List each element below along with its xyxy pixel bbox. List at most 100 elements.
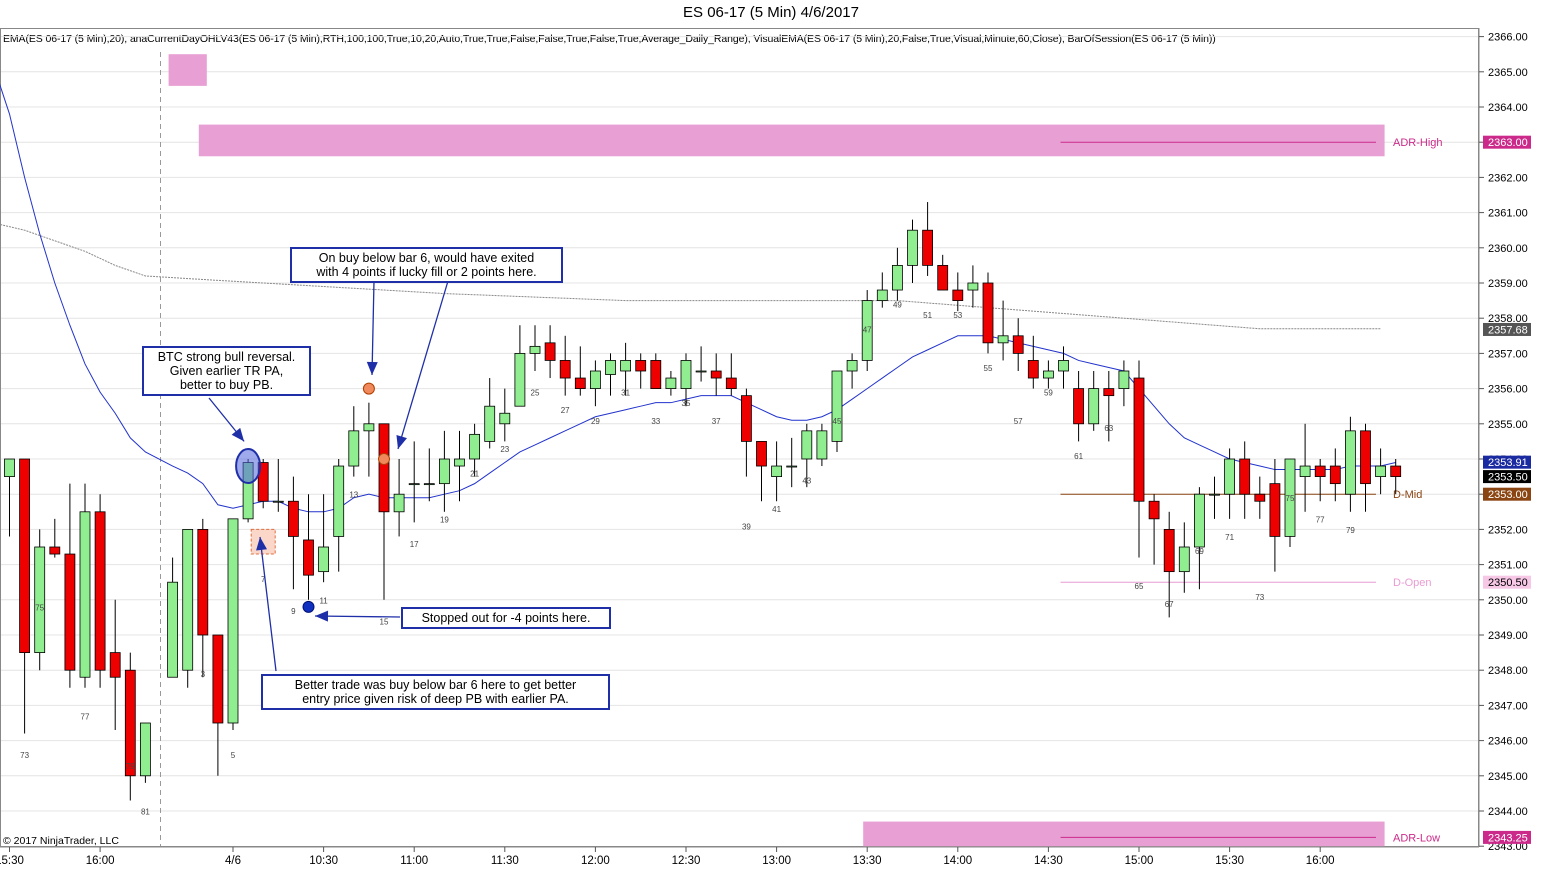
candle-body: [590, 370, 601, 390]
bar-number-label: 23: [500, 445, 509, 454]
candle-body: [212, 634, 224, 724]
bar-number-label: 5: [231, 751, 236, 760]
bar-number-label: 69: [1195, 547, 1204, 556]
candle-body: [287, 500, 299, 537]
candle-body: [741, 395, 752, 442]
candle-body: [695, 370, 707, 373]
bar-number-label: 63: [1104, 424, 1113, 433]
candlestick-chart[interactable]: ADR-HighD-MidD-OpenADR-Low71737577798135…: [0, 0, 1542, 893]
annotation-better-trade: Better trade was buy below bar 6 here to…: [261, 674, 610, 710]
candle-body: [1012, 335, 1024, 354]
stop-marker: [302, 600, 315, 613]
candle-body: [514, 352, 526, 407]
annotation-arrow: [259, 536, 277, 672]
bar-number-label: 65: [1135, 582, 1144, 591]
candle-body: [997, 335, 1009, 344]
candle-body: [1103, 388, 1115, 397]
arrow-head: [366, 361, 378, 375]
bar-number-label: 51: [923, 311, 932, 320]
price-tag-label: 2353.00: [1488, 489, 1528, 501]
annotation-line: BTC strong bull reversal.: [157, 350, 296, 364]
y-tick-label: 2365.00: [1488, 67, 1528, 79]
level-label-d-open: D-Open: [1393, 577, 1432, 589]
candle-body: [1027, 360, 1039, 379]
price-tag-label: 2363.00: [1488, 137, 1528, 149]
candle-body: [1148, 500, 1160, 520]
candle-body: [892, 264, 903, 291]
candle-body: [922, 229, 933, 266]
candle-body: [816, 430, 828, 460]
adr-high-zone: [168, 54, 207, 86]
y-tick-label: 2355.00: [1488, 419, 1528, 431]
bar-number-label: 31: [621, 389, 630, 398]
candle-body: [1345, 430, 1356, 495]
bar-number-label: 81: [141, 808, 150, 817]
candle-body: [771, 465, 782, 478]
candle-body: [1390, 465, 1402, 478]
y-tick-label: 2347.00: [1488, 700, 1528, 712]
bar-number-label: 77: [81, 712, 90, 721]
bar-number-label: 57: [1014, 417, 1023, 426]
bar-number-label: 37: [712, 417, 721, 426]
level-label-adr-high: ADR-High: [1393, 137, 1443, 149]
candle-body: [182, 529, 194, 671]
annotation-stopped-out: Stopped out for -4 points here.: [401, 607, 611, 629]
y-tick-label: 2352.00: [1488, 524, 1528, 536]
bar-number-label: 67: [1165, 600, 1174, 609]
y-tick-label: 2356.00: [1488, 384, 1528, 396]
x-tick-label: 11:30: [491, 855, 519, 867]
candle-body: [469, 433, 481, 460]
candle-body: [454, 458, 465, 467]
candle-body: [1043, 370, 1054, 379]
bar-number-label: 59: [1044, 389, 1053, 398]
x-tick-label: 10:30: [309, 855, 338, 867]
candle-body: [1299, 465, 1311, 478]
candle-body: [1088, 388, 1100, 425]
x-tick-label: 11:00: [400, 855, 428, 867]
arrow-head: [396, 434, 407, 449]
candle-body: [846, 360, 858, 372]
bar-number-label: 73: [20, 751, 29, 760]
candle-body: [4, 458, 15, 478]
x-tick-label: 12:00: [581, 855, 610, 867]
candle-body: [1269, 483, 1281, 537]
candle-body: [574, 377, 586, 390]
arrow-head: [231, 427, 245, 442]
candle-body: [680, 360, 692, 390]
bar-number-label: 17: [410, 540, 419, 549]
y-tick-label: 2357.00: [1488, 348, 1528, 360]
annotation-line: Given earlier TR PA,: [169, 364, 284, 378]
candle-body: [303, 539, 314, 576]
y-tick-label: 2345.00: [1488, 771, 1528, 783]
annotation-line: better to buy PB.: [179, 378, 274, 392]
candle-body: [635, 360, 647, 372]
x-tick-label: 4/6: [225, 855, 241, 867]
annotation-buy-below: On buy below bar 6, would have exited wi…: [290, 247, 563, 283]
y-tick-label: 2361.00: [1488, 208, 1528, 220]
candle-body: [167, 581, 179, 678]
candle-body: [1133, 377, 1145, 502]
candle-body: [786, 465, 798, 468]
candle-body: [393, 493, 405, 513]
candle-body: [484, 405, 496, 442]
candle-body: [876, 289, 888, 302]
bar-number-label: 47: [863, 325, 872, 334]
candle-body: [1163, 529, 1175, 573]
candle-body: [756, 440, 767, 467]
y-tick-label: 2348.00: [1488, 665, 1528, 677]
candle-body: [363, 423, 375, 432]
candle-body: [982, 282, 994, 344]
y-tick-label: 2360.00: [1488, 243, 1528, 255]
bar-number-label: 71: [1225, 533, 1234, 542]
x-tick-label: 12:30: [672, 855, 701, 867]
candle-body: [725, 377, 737, 390]
bar-number-label: 45: [833, 417, 842, 426]
bar-number-label: 53: [953, 311, 962, 320]
level-label-adr-low: ADR-Low: [1393, 832, 1440, 844]
candle-body: [227, 518, 239, 724]
bar-number-label: 35: [682, 399, 691, 408]
bar-number-label: 41: [772, 505, 781, 514]
candle-body: [650, 360, 662, 390]
bar-number-label: 25: [531, 389, 540, 398]
candle-body: [907, 229, 918, 266]
